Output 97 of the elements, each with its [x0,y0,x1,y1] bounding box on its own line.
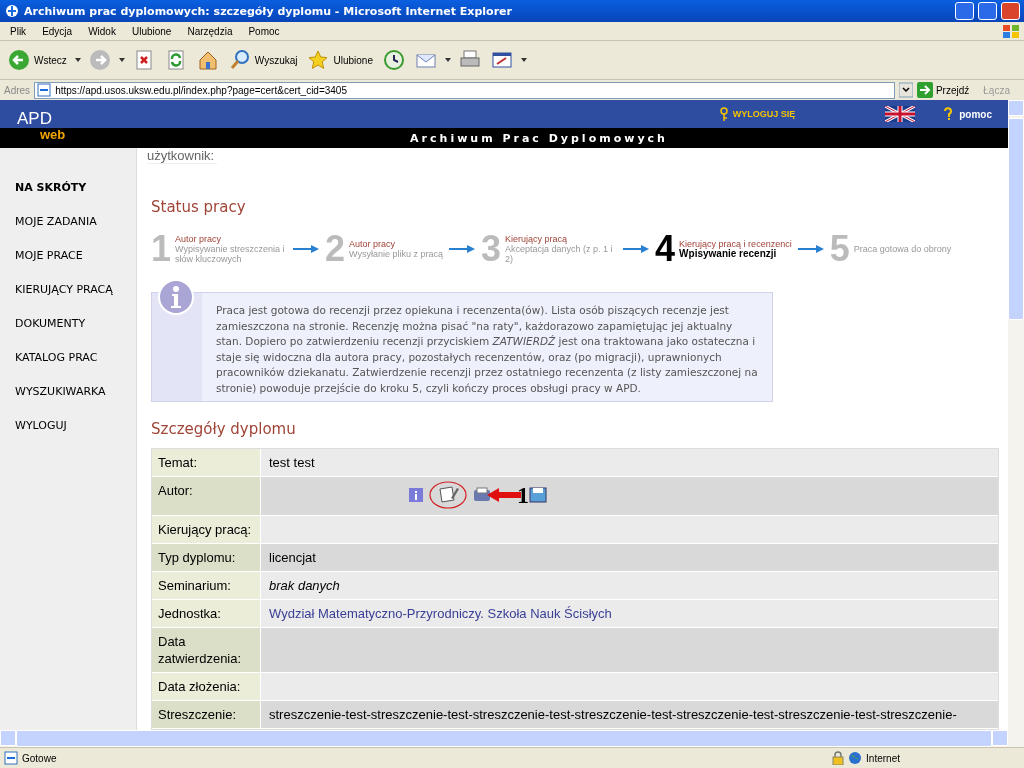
arrow-icon [449,245,476,254]
table-cell: Data zatwierdzenia: [152,628,261,672]
caret-icon[interactable] [74,58,81,62]
menu-item[interactable]: Narzędzia [179,25,241,37]
printer-icon[interactable] [473,487,491,503]
lock-icon [832,751,845,765]
step-number: 5 [829,231,850,268]
logo-text: APD [17,109,52,129]
user-label: użytkownik: [147,148,217,164]
edit-icon [490,49,513,71]
windows-logo-icon [1000,22,1022,40]
address-label: Adres [4,84,31,96]
step-actor: Autor pracy [349,239,397,250]
arrow-icon [797,245,824,254]
table-cell-text: test test [268,454,316,472]
vertical-scrollbar[interactable] [1008,100,1024,747]
go-button[interactable]: Przejdź [916,82,970,98]
page-icon [4,751,18,765]
info-icon [158,279,194,316]
table-cell-text: licencjat [268,549,317,567]
sidebar-item[interactable]: KATALOG PRAC [0,340,98,374]
menu-item[interactable]: Edycja [34,25,81,37]
status-text: Gotowe [22,752,57,764]
table-cell: Data złożenia: [152,673,261,700]
unit-link[interactable]: Wydział Matematyczno-Przyrodniczy. Szkoła Nauk Ścisłych [261,600,998,627]
logout-link[interactable]: WYLOGUJ SIĘ [718,107,796,121]
section-title: Szczegóły dyplomu [151,420,297,438]
pointer-arrow-icon [487,488,521,502]
annotation-number: 1 [517,483,529,507]
help-link[interactable]: pomoc [943,107,992,121]
step-number: 4 [655,231,676,268]
table-cell: Seminarium: [152,572,261,599]
sidebar-item[interactable]: WYLOGUJ [0,408,67,442]
back-icon [8,49,30,71]
caret-icon[interactable] [444,58,451,62]
step-number: 2 [325,231,346,268]
horizontal-scrollbar[interactable] [0,730,1008,747]
info-icon[interactable] [409,488,423,502]
step-task: Wypisywanie streszczenia i słów kluczowych [175,244,286,265]
key-icon [718,107,729,121]
minimize-button[interactable] [955,2,974,20]
table-cell: Kierujący pracą: [152,516,261,543]
back-button[interactable]: Wstecz [6,47,69,73]
search-icon [228,49,251,71]
step-actor: Autor pracy [175,234,223,245]
menu-item[interactable]: Plik [2,25,35,37]
arrow-icon [916,82,933,98]
favorites-button[interactable]: Ulubione [305,47,375,73]
section-title: Status pracy [151,198,247,216]
step-task: Praca gotowa do obrony [853,244,952,255]
document-pen-icon[interactable] [429,480,467,510]
zone-text: Internet [866,752,900,764]
history-icon [382,49,405,71]
forward-icon [88,49,111,71]
step-number: 3 [481,231,502,268]
address-field[interactable]: https://apd.usos.uksw.edu.pl/index.php?page=cert&cert_cid=3405 [34,81,895,99]
arrow-icon [293,245,320,254]
caret-icon[interactable] [520,58,527,62]
step-number: 1 [151,231,172,268]
table-cell: Jednostka: [152,600,261,627]
step-actor: Kierujący pracą [505,234,569,245]
favorites-icon [307,49,330,71]
table-cell: Temat: [152,449,261,476]
globe-icon [848,751,863,765]
help-icon [943,107,954,121]
window-title: Archiwum prac dyplomowych: szczegóły dyplomu - Microsoft Internet Explorer [24,4,513,18]
home-icon [196,49,219,71]
dropdown-arrow-icon[interactable] [898,82,913,98]
menu-item[interactable]: Widok [80,25,124,37]
step-task: Akceptacja danych (z p. 1 i 2) [505,244,614,265]
sidebar-item[interactable]: MOJE ZADANIA [0,204,97,238]
sidebar-item[interactable]: KIERUJĄCY PRACĄ [0,272,113,306]
close-button[interactable] [1001,2,1020,20]
browser-icon [4,3,20,19]
step-task: Wpisywanie recenzji [679,249,778,260]
sidebar-item[interactable]: DOKUMENTY [0,306,86,340]
page-icon [37,83,52,97]
arrow-icon [623,245,650,254]
logo-subtext: web [40,127,66,142]
menu-item[interactable]: Pomoc [240,25,288,37]
table-cell: Typ dyplomu: [152,544,261,571]
search-button[interactable]: Wyszukaj [226,47,300,73]
table-cell-text: brak danych [268,577,341,595]
info-text: Praca jest gotowa do recenzji przez opiekuna i recenzenta(ów). Lista osób piszących recenzje jest zamieszczona na stronie. Recenzję można pisać "na raty", każdorazowo zapamiętując jej aktualny stan. Dopiero po zatwierdzeniu recenzji przyciskiem ZATWIERDŹ jest ona traktowana jako ostateczna i staje się widoczna dla autora pracy, pozostałych recenzentów, oraz (po migracji), uprawnionych pracowników dziekanatu. Zatwierdzenie recenzji przez ostatniego recenzenta (z listy zamieszczonej na stronie) powoduje przejście do kroku 5, czyli kończy proces obsługi pracy w APD. [215,303,759,396]
table-cell-text: streszczenie-test-streszczenie-test-streszczenie-test-streszczenie-test-streszczenie-test-streszczenie-test-streszczenie- [268,706,958,724]
step-actor: Kierujący pracą i recenzenci [679,239,792,250]
banner-title: Archiwum Prac Dyplomowych [410,131,668,145]
maximize-button[interactable] [978,2,997,20]
menu-item[interactable]: Ulubione [123,25,180,37]
sidebar-item[interactable]: MOJE PRACE [0,238,83,272]
table-cell: Autor: [152,477,261,515]
sidebar-item[interactable]: WYSZUKIWARKA [0,374,106,408]
caret-icon[interactable] [118,58,125,62]
flag-icon[interactable] [885,106,916,122]
sidebar-item[interactable]: NA SKRÓTY [0,170,87,204]
table-cell: Streszczenie: [152,701,261,728]
step-task: Wysyłanie pliku z pracą [349,249,444,260]
